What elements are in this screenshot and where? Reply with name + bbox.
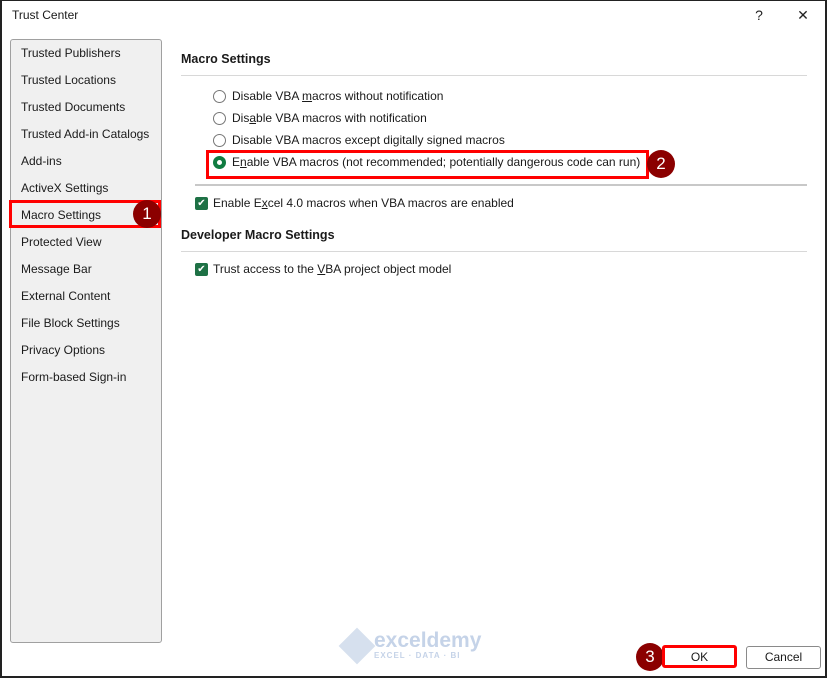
sidebar: Trusted Publishers Trusted Locations Trust… — [10, 39, 162, 643]
divider — [181, 251, 807, 252]
divider — [195, 184, 807, 186]
sidebar-item-protected-view[interactable]: Protected View — [21, 232, 102, 252]
watermark-tagline: EXCEL · DATA · BI — [374, 651, 461, 660]
sidebar-item-trusted-publishers[interactable]: Trusted Publishers — [21, 43, 121, 63]
step-badge-2: 2 — [647, 150, 675, 178]
macro-option-radio[interactable]: Disable VBA macros without notification — [213, 89, 443, 103]
watermark-name: exceldemy — [374, 629, 482, 652]
ok-button[interactable]: OK — [662, 645, 737, 668]
sidebar-item-message-bar[interactable]: Message Bar — [21, 259, 92, 279]
sidebar-item-file-block-settings[interactable]: File Block Settings — [21, 313, 120, 333]
radio-label: Disable VBA macros except digitally sign… — [232, 133, 505, 147]
checkbox-checked-icon: ✔ — [195, 262, 208, 276]
help-button[interactable]: ? — [747, 4, 771, 26]
checkbox-label: Enable Excel 4.0 macros when VBA macros … — [213, 196, 514, 210]
radio-unselected-icon — [213, 133, 226, 147]
sidebar-item-privacy-options[interactable]: Privacy Options — [21, 340, 105, 360]
radio-label: Disable VBA macros with notification — [232, 111, 427, 125]
checkbox-checked-icon: ✔ — [195, 196, 208, 210]
checkbox-label: Trust access to the VBA project object m… — [213, 262, 452, 276]
macro-option-radio[interactable]: Disable VBA macros except digitally sign… — [213, 133, 505, 147]
sidebar-item-form-based-sign-in[interactable]: Form-based Sign-in — [21, 367, 126, 387]
step-badge-3: 3 — [636, 643, 664, 671]
sidebar-item-external-content[interactable]: External Content — [21, 286, 110, 306]
trust-center-dialog: Trust Center ? ✕ Trusted Publishers Trust… — [0, 0, 827, 678]
trust-vba-object-model-checkbox[interactable]: ✔ Trust access to the VBA project object… — [195, 262, 451, 276]
exceldemy-watermark: exceldemy EXCEL · DATA · BI — [338, 627, 482, 664]
radio-unselected-icon — [213, 89, 226, 103]
logo-icon — [338, 627, 376, 664]
divider — [181, 75, 807, 76]
macro-option-radio[interactable]: Disable VBA macros with notification — [213, 111, 427, 125]
sidebar-item-activex-settings[interactable]: ActiveX Settings — [21, 178, 108, 198]
radio-label: Disable VBA macros without notification — [232, 89, 444, 103]
dialog-title: Trust Center — [12, 8, 79, 22]
radio-unselected-icon — [213, 111, 226, 125]
developer-macro-settings-heading: Developer Macro Settings — [181, 228, 335, 242]
highlight-box-enable-vba — [206, 150, 649, 179]
sidebar-item-trusted-add-in-catalogs[interactable]: Trusted Add-in Catalogs — [21, 124, 149, 144]
macro-settings-heading: Macro Settings — [181, 52, 271, 66]
cancel-button[interactable]: Cancel — [746, 646, 821, 669]
excel4-macros-checkbox[interactable]: ✔ Enable Excel 4.0 macros when VBA macro… — [195, 196, 514, 210]
close-button[interactable]: ✕ — [791, 4, 815, 26]
sidebar-item-trusted-documents[interactable]: Trusted Documents — [21, 97, 125, 117]
sidebar-item-trusted-locations[interactable]: Trusted Locations — [21, 70, 116, 90]
step-badge-1: 1 — [133, 200, 161, 228]
sidebar-item-add-ins[interactable]: Add-ins — [21, 151, 62, 171]
